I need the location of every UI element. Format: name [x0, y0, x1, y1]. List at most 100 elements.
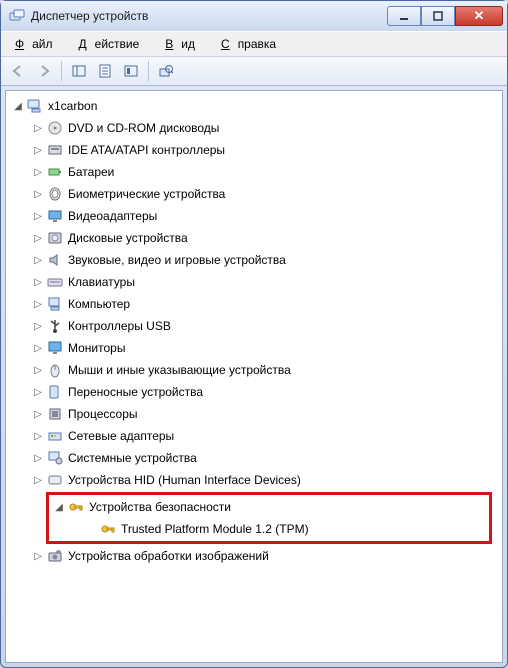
titlebar[interactable]: Диспетчер устройств ✕	[1, 1, 507, 31]
device-tree[interactable]: ◢ x1carbon ▷ DVD и CD-ROM дисководы ▷ IDE A…	[5, 90, 503, 663]
scan-hardware-button[interactable]	[155, 60, 177, 82]
hdd-icon	[46, 229, 64, 247]
computer-icon	[26, 97, 44, 115]
cpu-icon	[46, 405, 64, 423]
expand-icon[interactable]: ▷	[32, 166, 44, 178]
tree-item-label[interactable]: Компьютер	[68, 297, 130, 311]
expand-icon[interactable]: ▷	[32, 232, 44, 244]
tree-item-label[interactable]: Мониторы	[68, 341, 125, 355]
expand-icon[interactable]: ▷	[32, 144, 44, 156]
maximize-button[interactable]	[421, 6, 455, 26]
help-button[interactable]	[120, 60, 142, 82]
battery-icon	[46, 163, 64, 181]
tree-item-ide[interactable]: ▷ IDE ATA/ATAPI контроллеры	[28, 139, 500, 161]
tree-item-imaging[interactable]: ▷ Устройства обработки изображений	[28, 545, 500, 567]
tree-item-dvd[interactable]: ▷ DVD и CD-ROM дисководы	[28, 117, 500, 139]
tree-item-label[interactable]: Видеоадаптеры	[68, 209, 157, 223]
tree-item-label[interactable]: Устройства HID (Human Interface Devices)	[68, 473, 301, 487]
expand-icon[interactable]: ▷	[32, 276, 44, 288]
tree-item-label[interactable]: IDE ATA/ATAPI контроллеры	[68, 143, 225, 157]
minimize-button[interactable]	[387, 6, 421, 26]
tree-item-label[interactable]: Звуковые, видео и игровые устройства	[68, 253, 286, 267]
toolbar-separator	[61, 61, 62, 81]
show-hide-console-button[interactable]	[68, 60, 90, 82]
expand-icon[interactable]: ▷	[32, 474, 44, 486]
tree-item-tpm[interactable]: ▷Trusted Platform Module 1.2 (TPM)	[81, 518, 489, 540]
tree-item-monitor[interactable]: ▷ Мониторы	[28, 337, 500, 359]
tree-item-keyboard[interactable]: ▷ Клавиатуры	[28, 271, 500, 293]
tree-item-label[interactable]: Переносные устройства	[68, 385, 203, 399]
hid-icon	[46, 471, 64, 489]
expand-icon[interactable]: ▷	[32, 550, 44, 562]
menubar: Файл Действие Вид Справка	[1, 31, 507, 56]
tree-item-mouse[interactable]: ▷ Мыши и иные указывающие устройства	[28, 359, 500, 381]
back-button[interactable]	[7, 60, 29, 82]
toolbar-separator	[148, 61, 149, 81]
keyboard-icon	[46, 273, 64, 291]
network-icon	[46, 427, 64, 445]
key-icon	[67, 498, 85, 516]
window-title: Диспетчер устройств	[31, 9, 387, 23]
tree-item-label[interactable]: Батареи	[68, 165, 114, 179]
tree-item-portable[interactable]: ▷ Переносные устройства	[28, 381, 500, 403]
menu-action[interactable]: Действие	[71, 35, 156, 53]
expand-icon[interactable]: ▷	[32, 342, 44, 354]
expand-icon[interactable]: ▷	[32, 254, 44, 266]
tree-item-display[interactable]: ▷ Видеоадаптеры	[28, 205, 500, 227]
forward-button[interactable]	[33, 60, 55, 82]
tree-item-label[interactable]: Клавиатуры	[68, 275, 135, 289]
usb-icon	[46, 317, 64, 335]
tree-item-network[interactable]: ▷ Сетевые адаптеры	[28, 425, 500, 447]
tree-item-label[interactable]: Мыши и иные указывающие устройства	[68, 363, 291, 377]
tree-item-label[interactable]: Дисковые устройства	[68, 231, 188, 245]
expand-icon[interactable]: ▷	[32, 364, 44, 376]
tree-item-usb[interactable]: ▷ Контроллеры USB	[28, 315, 500, 337]
tree-item-label[interactable]: Биометрические устройства	[68, 187, 225, 201]
expand-icon[interactable]: ▷	[32, 408, 44, 420]
expand-icon[interactable]: ▷	[32, 386, 44, 398]
finger-icon	[46, 185, 64, 203]
tree-item-label[interactable]: Trusted Platform Module 1.2 (TPM)	[121, 522, 309, 536]
collapse-icon[interactable]: ◢	[12, 100, 24, 112]
system-icon	[46, 449, 64, 467]
tree-item-security[interactable]: ◢ Устройства безопасности	[49, 496, 489, 518]
display-icon	[46, 207, 64, 225]
camera-icon	[46, 547, 64, 565]
tree-item-hid[interactable]: ▷ Устройства HID (Human Interface Devices…	[28, 469, 500, 491]
expand-icon[interactable]: ▷	[32, 320, 44, 332]
tree-item-label[interactable]: Контроллеры USB	[68, 319, 171, 333]
tree-item-biometric[interactable]: ▷ Биометрические устройства	[28, 183, 500, 205]
tree-item-label[interactable]: DVD и CD-ROM дисководы	[68, 121, 219, 135]
tree-item-computer[interactable]: ▷ Компьютер	[28, 293, 500, 315]
expand-icon[interactable]: ▷	[32, 452, 44, 464]
tree-item-sound[interactable]: ▷ Звуковые, видео и игровые устройства	[28, 249, 500, 271]
expand-icon[interactable]: ▷	[32, 122, 44, 134]
root-label[interactable]: x1carbon	[48, 99, 97, 113]
highlight-box: ◢ Устройства безопасности ▷Trusted Platfor…	[46, 492, 492, 544]
tree-item-battery[interactable]: ▷ Батареи	[28, 161, 500, 183]
mouse-icon	[46, 361, 64, 379]
collapse-icon[interactable]: ◢	[53, 501, 65, 513]
tree-item-label[interactable]: Сетевые адаптеры	[68, 429, 174, 443]
tree-item-cpu[interactable]: ▷ Процессоры	[28, 403, 500, 425]
tree-root[interactable]: ◢ x1carbon	[8, 95, 500, 117]
properties-button[interactable]	[94, 60, 116, 82]
tree-item-disk[interactable]: ▷ Дисковые устройства	[28, 227, 500, 249]
close-button[interactable]: ✕	[455, 6, 503, 26]
expand-icon[interactable]: ▷	[32, 430, 44, 442]
expand-icon[interactable]: ▷	[32, 210, 44, 222]
menu-help[interactable]: Справка	[213, 35, 292, 53]
expand-icon[interactable]: ▷	[32, 188, 44, 200]
tree-item-system[interactable]: ▷ Системные устройства	[28, 447, 500, 469]
tree-item-label[interactable]: Устройства безопасности	[89, 500, 231, 514]
toolbar	[1, 56, 507, 86]
tree-item-label[interactable]: Процессоры	[68, 407, 138, 421]
sound-icon	[46, 251, 64, 269]
expand-icon[interactable]: ▷	[32, 298, 44, 310]
device-manager-window: Диспетчер устройств ✕ Файл Действие Вид …	[0, 0, 508, 668]
disc-icon	[46, 119, 64, 137]
menu-file[interactable]: Файл	[7, 35, 69, 53]
tree-item-label[interactable]: Устройства обработки изображений	[68, 549, 269, 563]
tree-item-label[interactable]: Системные устройства	[68, 451, 197, 465]
menu-view[interactable]: Вид	[157, 35, 211, 53]
